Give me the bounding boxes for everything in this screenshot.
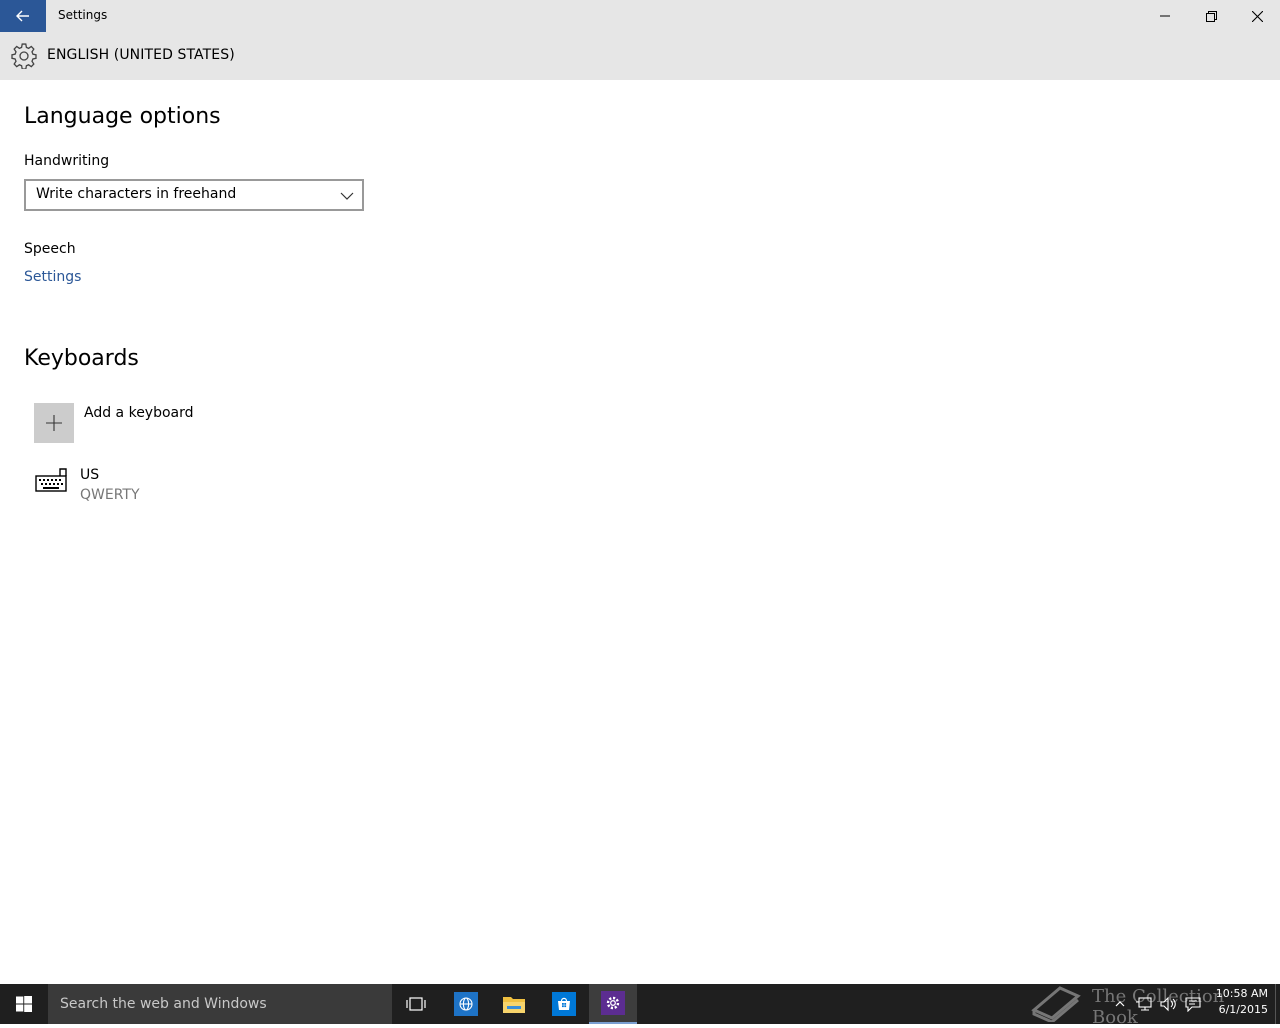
keyboard-icon <box>35 468 67 492</box>
taskbar-internet-explorer[interactable] <box>442 984 490 1024</box>
speech-settings-link[interactable]: Settings <box>24 269 81 285</box>
keyboard-item-us[interactable]: US QWERTY <box>34 465 334 509</box>
title-bar: Settings <box>0 0 1280 32</box>
speaker-icon <box>1160 996 1176 1012</box>
clock-time: 10:58 AM <box>1215 987 1268 1000</box>
action-center-button[interactable] <box>1183 994 1203 1014</box>
close-icon <box>1251 10 1263 22</box>
start-button[interactable] <box>0 984 48 1024</box>
taskbar-store[interactable] <box>540 984 588 1024</box>
add-keyboard-label: Add a keyboard <box>84 405 194 421</box>
taskbar-clock[interactable]: 10:58 AM 6/1/2015 <box>1206 986 1268 1018</box>
folder-icon <box>502 992 526 1016</box>
gear-icon <box>11 43 37 69</box>
book-logo-icon <box>1031 986 1081 1022</box>
network-icon <box>1136 997 1152 1011</box>
keyboard-name: US <box>80 467 100 483</box>
speech-label: Speech <box>24 241 76 257</box>
restore-button[interactable] <box>1188 0 1234 32</box>
plus-icon <box>46 415 62 431</box>
window-title: Settings <box>58 8 108 22</box>
show-desktop-button[interactable] <box>1275 984 1280 1024</box>
language-options-heading: Language options <box>24 104 221 129</box>
chevron-down-icon <box>340 192 354 200</box>
add-keyboard-button[interactable]: Add a keyboard <box>34 403 334 443</box>
minimize-button[interactable] <box>1142 0 1188 32</box>
network-button[interactable] <box>1134 994 1154 1014</box>
windows-logo-icon <box>16 996 32 1012</box>
close-button[interactable] <box>1234 0 1280 32</box>
keyboard-layout: QWERTY <box>80 487 140 503</box>
internet-explorer-icon <box>454 992 478 1016</box>
task-view-icon <box>406 997 426 1011</box>
volume-button[interactable] <box>1158 994 1178 1014</box>
show-hidden-icons-button[interactable] <box>1110 994 1130 1014</box>
page-header: ENGLISH (UNITED STATES) <box>0 32 1280 80</box>
handwriting-label: Handwriting <box>24 153 110 169</box>
taskbar-file-explorer[interactable] <box>490 984 538 1024</box>
settings-gear-icon <box>601 991 625 1015</box>
chevron-up-icon <box>1115 1001 1125 1007</box>
clock-date: 6/1/2015 <box>1218 1003 1268 1016</box>
back-button[interactable] <box>0 0 46 32</box>
notification-icon <box>1185 997 1201 1012</box>
task-view-button[interactable] <box>392 984 440 1024</box>
minimize-icon <box>1160 15 1170 17</box>
search-placeholder: Search the web and Windows <box>60 996 267 1012</box>
handwriting-dropdown[interactable]: Write characters in freehand <box>24 179 364 211</box>
back-arrow-icon <box>16 10 29 22</box>
taskbar-search-box[interactable]: Search the web and Windows <box>48 984 392 1024</box>
handwriting-dropdown-value: Write characters in freehand <box>36 186 237 202</box>
store-icon <box>552 992 576 1016</box>
keyboards-heading: Keyboards <box>24 346 139 371</box>
page-title: ENGLISH (UNITED STATES) <box>47 47 235 63</box>
taskbar-settings[interactable] <box>589 984 637 1024</box>
restore-icon <box>1205 10 1217 22</box>
add-keyboard-tile <box>34 403 74 443</box>
